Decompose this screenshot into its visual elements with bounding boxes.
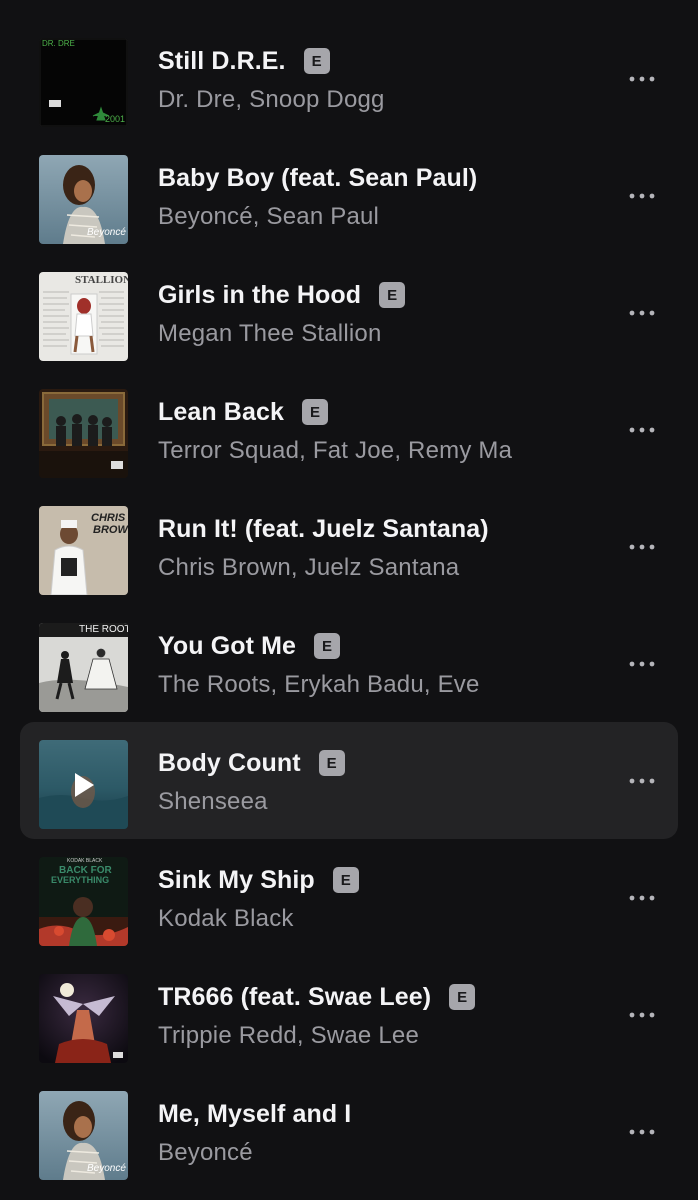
more-options-icon	[629, 1012, 655, 1018]
track-title: You Got Me	[158, 631, 297, 660]
explicit-badge: E	[379, 282, 406, 308]
track-row[interactable]: DR. DRE 2001 Still D.R.E. E Dr. Dre, Sno…	[0, 20, 698, 137]
track-title: Baby Boy (feat. Sean Paul)	[158, 163, 478, 192]
artwork-label: Beyoncé	[87, 227, 126, 238]
track-row[interactable]: THE ROOTS You Got Me E The Roots, Erykah…	[0, 605, 698, 722]
track-title: Me, Myself and I	[158, 1099, 352, 1128]
track-row[interactable]: TR666 (feat. Swae Lee) E Trippie Redd, S…	[0, 956, 698, 1073]
album-artwork[interactable]	[39, 389, 128, 478]
track-title: Body Count	[158, 748, 301, 777]
track-title: Still D.R.E.	[158, 46, 286, 75]
artwork-label: KODAK BLACK	[67, 858, 103, 864]
track-title: TR666 (feat. Swae Lee)	[158, 982, 432, 1011]
track-artist[interactable]: Trippie Redd, Swae Lee	[158, 1022, 419, 1050]
artwork-label: CHRIS	[91, 512, 126, 524]
more-options-button[interactable]	[620, 181, 664, 211]
track-artist[interactable]: Chris Brown, Juelz Santana	[158, 554, 459, 582]
artwork-label: THE ROOTS	[79, 624, 128, 635]
track-title: Run It! (feat. Juelz Santana)	[158, 514, 489, 543]
album-artwork[interactable]: Beyoncé	[39, 1091, 128, 1180]
album-artwork[interactable]: THE ROOTS	[39, 623, 128, 712]
album-artwork[interactable]: DR. DRE 2001	[39, 38, 128, 127]
artwork-label: EVERYTHING	[51, 875, 110, 885]
track-artist[interactable]: Beyoncé	[158, 1139, 253, 1167]
track-row[interactable]: STALLION Girls in the Hood E Megan Thee …	[0, 254, 698, 371]
explicit-badge: E	[301, 399, 328, 425]
album-artwork[interactable]	[39, 974, 128, 1063]
track-artist[interactable]: Shenseea	[158, 788, 268, 816]
more-options-icon	[629, 193, 655, 199]
track-artist[interactable]: Kodak Black	[158, 905, 294, 933]
more-options-icon	[629, 544, 655, 550]
album-artwork[interactable]: KODAK BLACK BACK FOR EVERYTHING	[39, 857, 128, 946]
track-list: DR. DRE 2001 Still D.R.E. E Dr. Dre, Sno…	[0, 20, 698, 1190]
play-icon	[74, 772, 94, 797]
explicit-badge: E	[449, 984, 476, 1010]
track-row[interactable]: Lean Back E Terror Squad, Fat Joe, Remy …	[0, 371, 698, 488]
track-row[interactable]: Beyoncé Baby Boy (feat. Sean Paul) Beyon…	[0, 137, 698, 254]
album-artwork[interactable]: CHRIS BROWN	[39, 506, 128, 595]
album-artwork[interactable]	[39, 740, 128, 829]
track-artist[interactable]: Beyoncé, Sean Paul	[158, 203, 379, 231]
track-title: Girls in the Hood	[158, 280, 362, 309]
album-artwork[interactable]: STALLION	[39, 272, 128, 361]
more-options-button[interactable]	[620, 766, 664, 796]
artwork-label: Beyoncé	[87, 1163, 126, 1174]
track-artist[interactable]: Terror Squad, Fat Joe, Remy Ma	[158, 437, 512, 465]
track-artist[interactable]: Dr. Dre, Snoop Dogg	[158, 86, 385, 114]
artwork-label: DR. DRE	[42, 39, 75, 48]
more-options-icon	[629, 427, 655, 433]
track-row-now-playing[interactable]: Body Count E Shenseea	[0, 722, 698, 839]
track-row[interactable]: KODAK BLACK BACK FOR EVERYTHING Sink My …	[0, 839, 698, 956]
more-options-button[interactable]	[620, 298, 664, 328]
more-options-button[interactable]	[620, 883, 664, 913]
more-options-button[interactable]	[620, 64, 664, 94]
artwork-label: STALLION	[75, 274, 128, 286]
track-row[interactable]: Beyoncé Me, Myself and I Beyoncé	[0, 1073, 698, 1190]
more-options-icon	[629, 895, 655, 901]
more-options-icon	[629, 661, 655, 667]
more-options-icon	[629, 76, 655, 82]
more-options-button[interactable]	[620, 1000, 664, 1030]
more-options-icon	[629, 310, 655, 316]
more-options-button[interactable]	[620, 649, 664, 679]
track-title: Lean Back	[158, 397, 284, 426]
more-options-button[interactable]	[620, 532, 664, 562]
artwork-label: BROWN	[93, 524, 128, 536]
track-artist[interactable]: The Roots, Erykah Badu, Eve	[158, 671, 480, 699]
artwork-label: 2001	[105, 114, 126, 124]
more-options-button[interactable]	[620, 1117, 664, 1147]
more-options-button[interactable]	[620, 415, 664, 445]
track-artist[interactable]: Megan Thee Stallion	[158, 320, 382, 348]
explicit-badge: E	[318, 750, 345, 776]
explicit-badge: E	[332, 867, 359, 893]
explicit-badge: E	[314, 633, 341, 659]
track-row[interactable]: CHRIS BROWN Run It! (feat. Juelz Santana…	[0, 488, 698, 605]
more-options-icon	[629, 778, 655, 784]
play-button[interactable]	[39, 740, 128, 829]
more-options-icon	[629, 1129, 655, 1135]
track-title: Sink My Ship	[158, 865, 315, 894]
album-artwork[interactable]: Beyoncé	[39, 155, 128, 244]
explicit-badge: E	[303, 48, 330, 74]
